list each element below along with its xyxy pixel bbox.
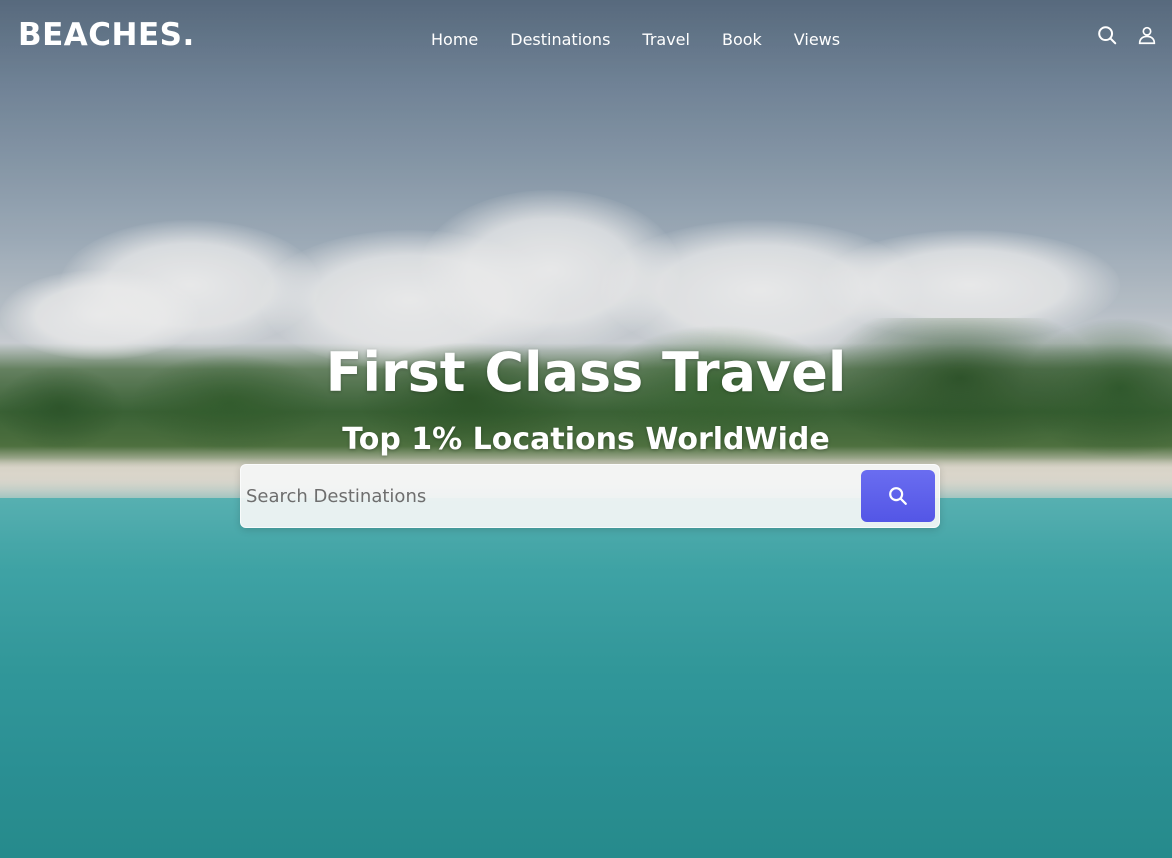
user-icon[interactable] bbox=[1136, 24, 1158, 46]
nav-link-book[interactable]: Book bbox=[722, 30, 762, 50]
hero-subtitle: Top 1% Locations WorldWide bbox=[342, 422, 830, 457]
search-bar bbox=[240, 464, 940, 528]
nav-links: Home Destinations Travel Book Views bbox=[431, 30, 872, 50]
nav-link-views[interactable]: Views bbox=[794, 30, 840, 50]
nav-link-home[interactable]: Home bbox=[431, 30, 478, 50]
nav-link-destinations[interactable]: Destinations bbox=[510, 30, 610, 50]
search-icon bbox=[889, 487, 907, 505]
top-nav: BEACHES. Home Destinations Travel Book V… bbox=[0, 0, 1172, 80]
hero-title: First Class Travel bbox=[325, 341, 847, 404]
nav-link-travel[interactable]: Travel bbox=[642, 30, 690, 50]
nav-icons bbox=[1096, 24, 1158, 46]
search-button[interactable] bbox=[861, 470, 935, 522]
search-icon[interactable] bbox=[1096, 24, 1118, 46]
hero-background: BEACHES. Home Destinations Travel Book V… bbox=[0, 0, 1172, 858]
search-input[interactable] bbox=[244, 475, 848, 517]
logo[interactable]: BEACHES. bbox=[18, 20, 195, 51]
